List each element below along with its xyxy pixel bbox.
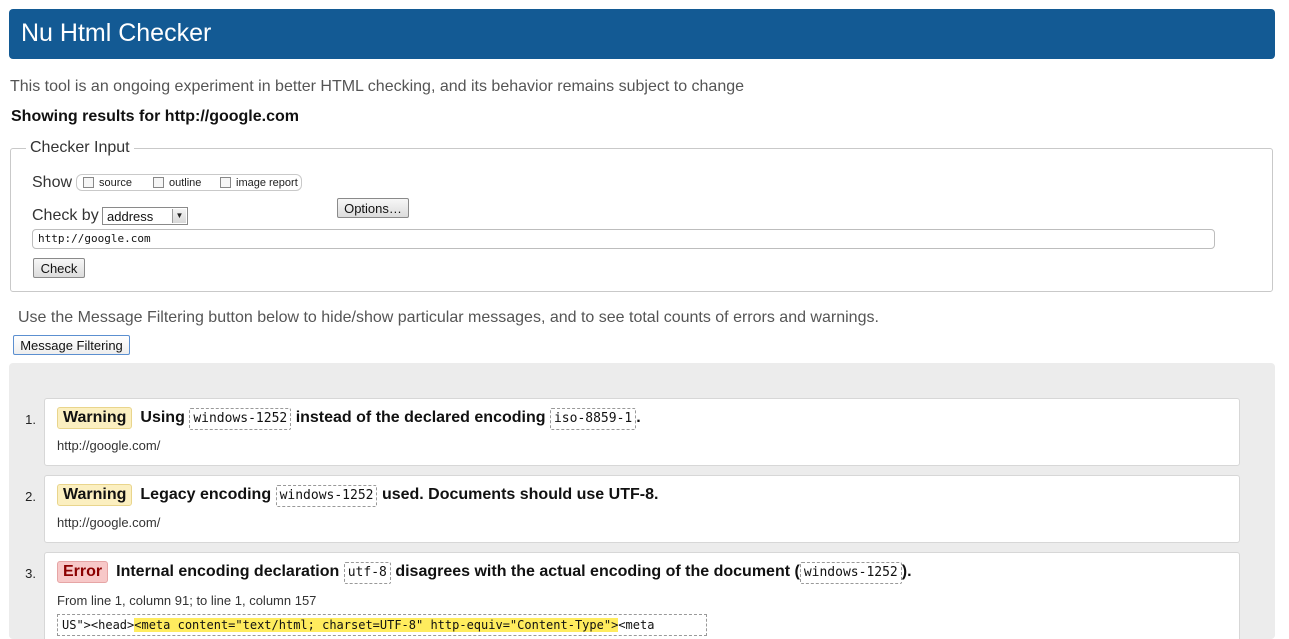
message-text-part: used. Documents should use UTF-8. bbox=[381, 486, 659, 503]
extract-after: <meta bbox=[618, 618, 655, 632]
message-text-part: Using bbox=[140, 409, 185, 426]
extract-before: US"><head> bbox=[62, 618, 135, 632]
message-item: 1. Warning Using windows-1252 instead of … bbox=[25, 398, 1240, 466]
message-text-part: instead of the declared encoding bbox=[295, 409, 546, 426]
message-filtering-button[interactable]: Message Filtering bbox=[13, 335, 130, 355]
message-item: 3. Error Internal encoding declaration ut… bbox=[25, 552, 1240, 639]
show-options-group: source outline image report bbox=[76, 174, 302, 191]
outline-checkbox[interactable] bbox=[153, 177, 164, 188]
code-snippet: utf-8 bbox=[343, 562, 391, 584]
message-text-part: Internal encoding declaration bbox=[116, 563, 340, 580]
url-input[interactable]: http://google.com bbox=[32, 229, 1215, 249]
message-text-part: . bbox=[636, 409, 641, 426]
extract-highlight: <meta content="text/html; charset=UTF-8"… bbox=[134, 618, 619, 632]
results-panel: 1. Warning Using windows-1252 instead of … bbox=[9, 363, 1275, 639]
message-item: 2. Warning Legacy encoding windows-1252 u… bbox=[25, 475, 1240, 543]
warning-badge: Warning bbox=[57, 484, 133, 506]
message-number: 2. bbox=[25, 489, 36, 504]
page-title: Nu Html Checker bbox=[21, 19, 212, 47]
message-text-part: Legacy encoding bbox=[140, 486, 272, 503]
chevron-down-icon[interactable]: ▼ bbox=[172, 209, 186, 223]
message-url: http://google.com/ bbox=[57, 515, 161, 530]
image-report-checkbox-label[interactable]: image report bbox=[236, 177, 298, 190]
message-number: 3. bbox=[25, 566, 36, 581]
source-extract: US"><head><meta content="text/html; char… bbox=[57, 614, 707, 636]
check-by-selected-value: address bbox=[107, 209, 154, 224]
showing-results-heading: Showing results for http://google.com bbox=[11, 108, 299, 125]
message-number: 1. bbox=[25, 412, 36, 427]
image-report-checkbox[interactable] bbox=[220, 177, 231, 188]
source-checkbox[interactable] bbox=[83, 177, 94, 188]
message-text-part: ). bbox=[901, 563, 912, 580]
options-button[interactable]: Options… bbox=[337, 198, 409, 218]
check-by-select[interactable]: address ▼ bbox=[102, 207, 188, 225]
message-text: Error Internal encoding declaration utf-8… bbox=[57, 561, 912, 584]
error-badge: Error bbox=[57, 561, 109, 583]
code-snippet: iso-8859-1 bbox=[549, 408, 637, 430]
code-snippet: windows-1252 bbox=[275, 485, 378, 507]
check-button[interactable]: Check bbox=[33, 258, 85, 278]
message-text: Warning Using windows-1252 instead of the… bbox=[57, 407, 641, 430]
checker-input-legend: Checker Input bbox=[26, 138, 134, 158]
filter-description: Use the Message Filtering button below t… bbox=[18, 309, 879, 326]
message-location: From line 1, column 91; to line 1, colum… bbox=[57, 593, 317, 608]
page: Nu Html Checker This tool is an ongoing … bbox=[0, 0, 1289, 639]
message-text: Warning Legacy encoding windows-1252 used… bbox=[57, 484, 658, 507]
message-text-part: disagrees with the actual encoding of th… bbox=[395, 563, 800, 580]
source-checkbox-label[interactable]: source bbox=[99, 177, 132, 190]
code-snippet: windows-1252 bbox=[189, 408, 292, 430]
intro-text: This tool is an ongoing experiment in be… bbox=[10, 78, 745, 95]
outline-checkbox-label[interactable]: outline bbox=[169, 177, 201, 190]
message-url: http://google.com/ bbox=[57, 438, 161, 453]
header-bar: Nu Html Checker bbox=[9, 9, 1275, 59]
checker-input-fieldset: Checker Input Show source outline image … bbox=[10, 138, 1273, 292]
show-label: Show bbox=[32, 174, 73, 191]
check-by-label: Check by bbox=[32, 207, 99, 224]
code-snippet: windows-1252 bbox=[799, 562, 902, 584]
warning-badge: Warning bbox=[57, 407, 133, 429]
